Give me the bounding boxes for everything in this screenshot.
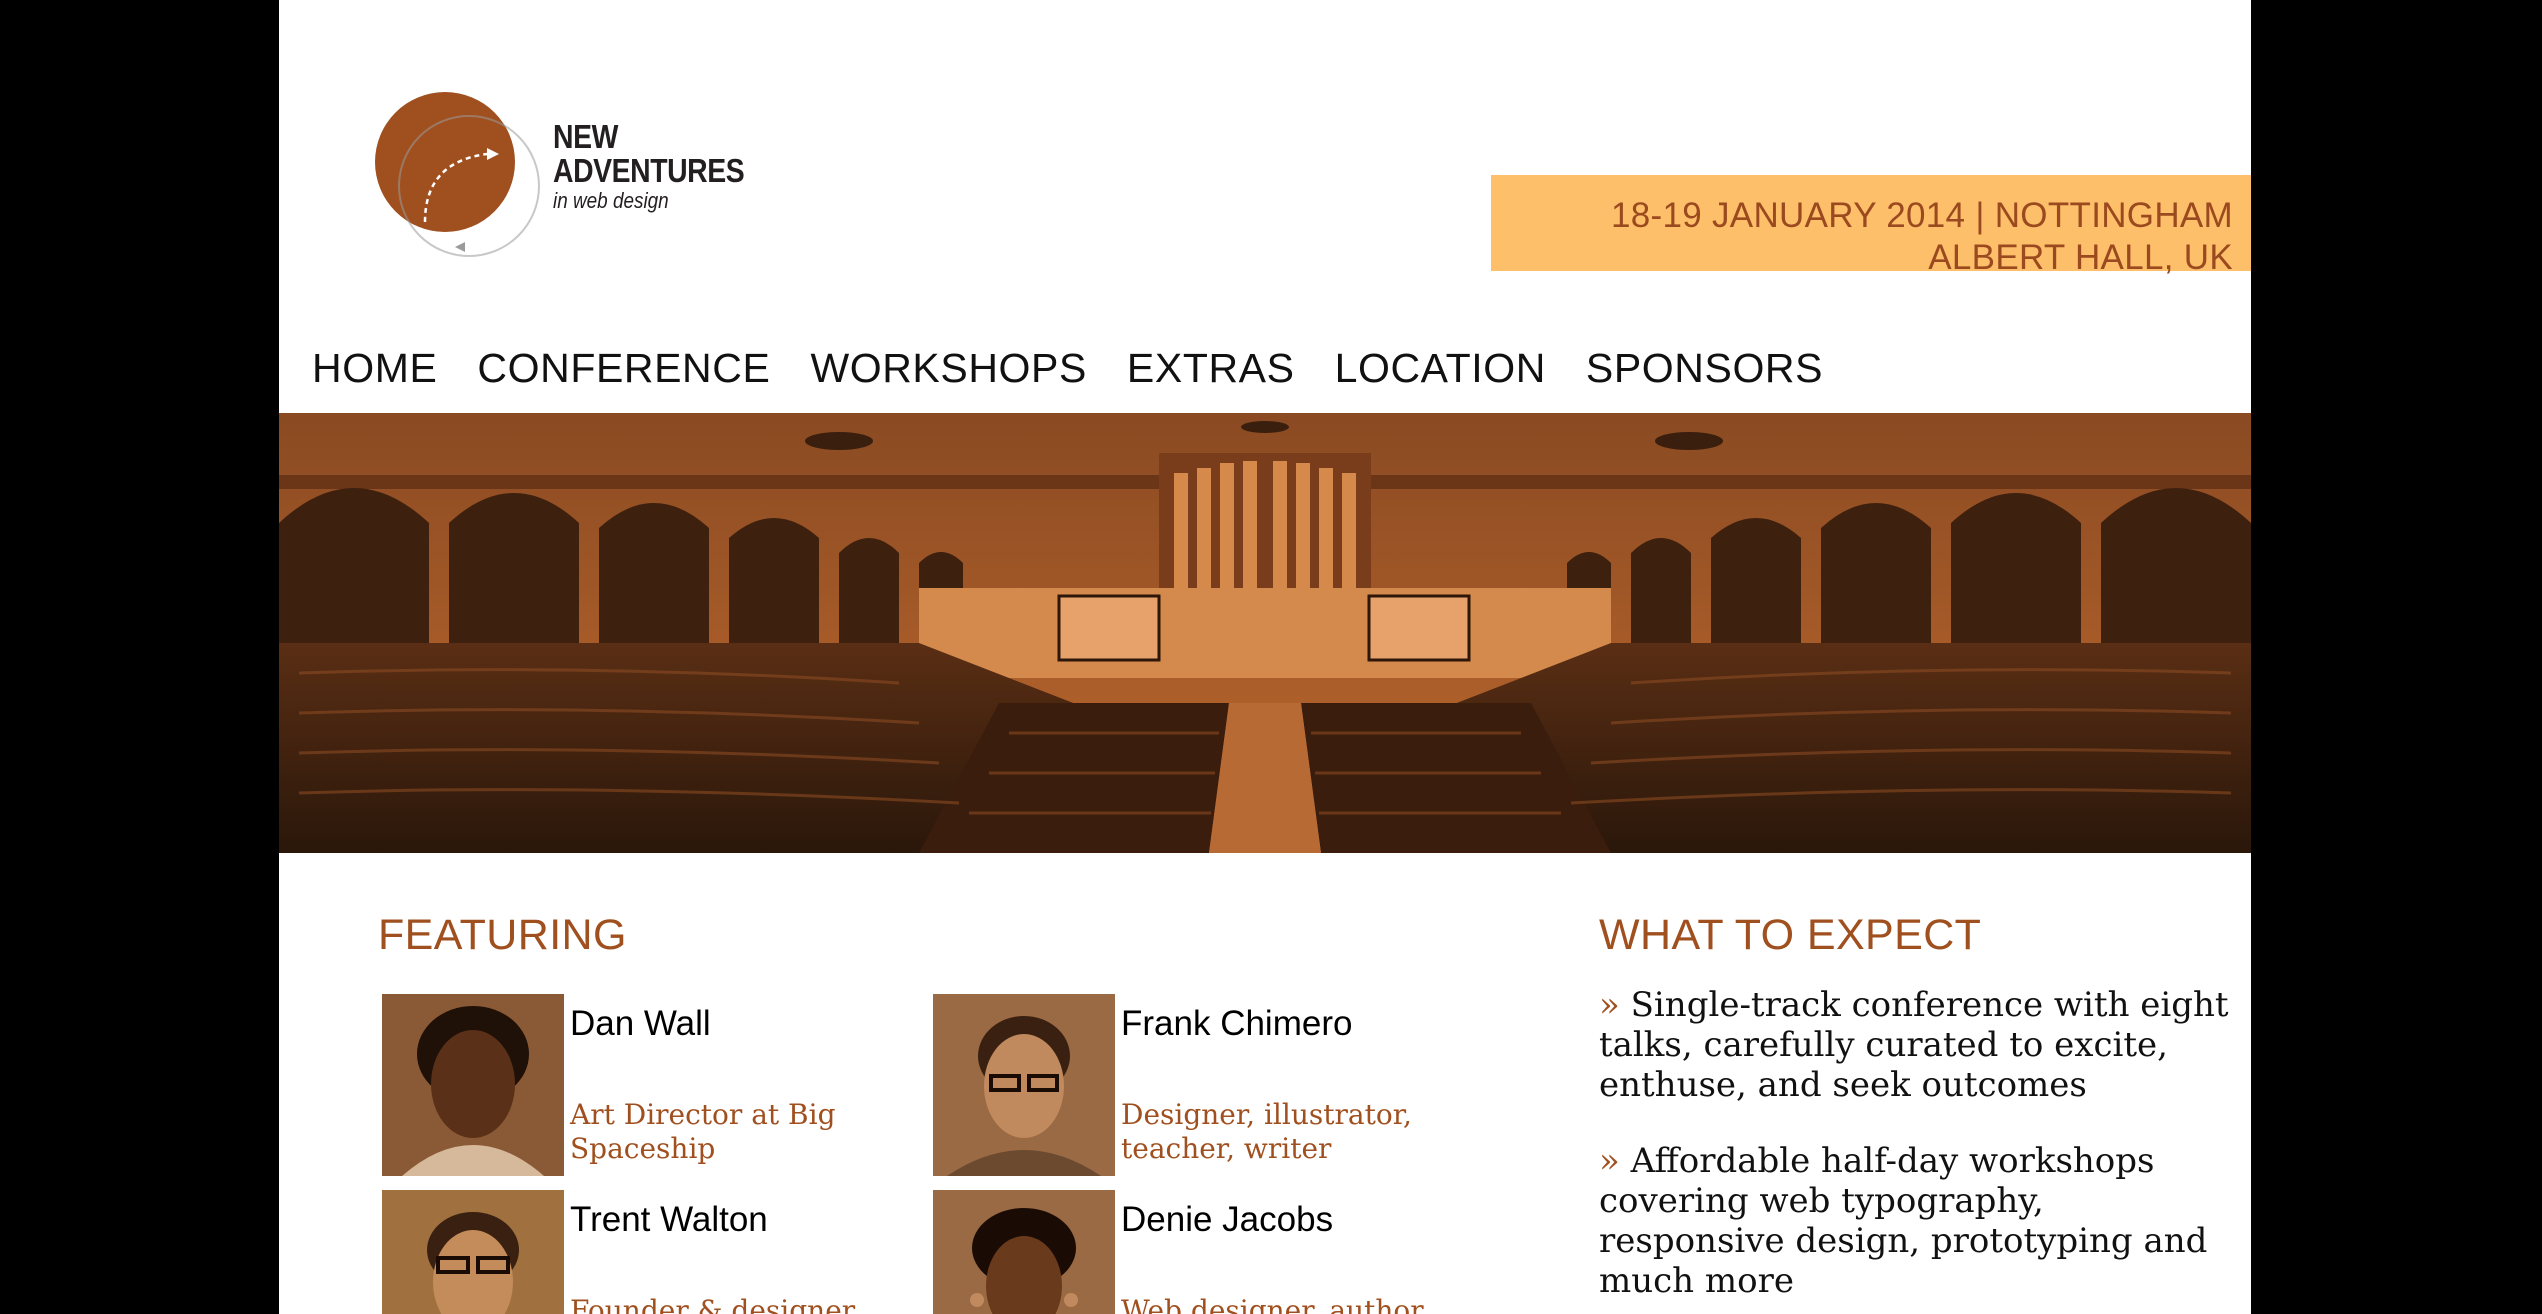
speaker-card[interactable]: Denie Jacobs Web designer, author, — [933, 1190, 1463, 1314]
speaker-role: Founder & designer at — [570, 1294, 856, 1314]
nav-item-conference[interactable]: CONFERENCE — [477, 338, 770, 398]
person-avatar-icon — [933, 994, 1115, 1176]
speaker-name[interactable]: Dan Wall — [570, 1002, 711, 1046]
main-nav: HOME CONFERENCE WORKSHOPS EXTRAS LOCATIO… — [312, 338, 1823, 398]
speaker-photo[interactable] — [933, 1190, 1115, 1314]
list-item: » Affordable half-day workshops covering… — [1599, 1141, 2239, 1301]
bullet-chevron-icon: » — [1599, 1141, 1620, 1181]
list-item: » Single-track conference with eight tal… — [1599, 985, 2239, 1105]
speaker-photo[interactable] — [933, 994, 1115, 1176]
site-logo[interactable]: NEW ADVENTURES in web design — [375, 92, 745, 262]
concert-hall-photo-icon — [279, 413, 2251, 853]
expect-item-text: Single-track conference with eight talks… — [1599, 985, 2229, 1105]
featuring-heading: FEATURING — [378, 911, 627, 959]
logo-line-adventures: ADVENTURES — [553, 152, 745, 189]
speaker-photo[interactable] — [382, 994, 564, 1176]
logo-wordmark: NEW ADVENTURES in web design — [553, 120, 775, 214]
what-to-expect-heading: WHAT TO EXPECT — [1599, 911, 1982, 959]
speaker-card[interactable]: Dan Wall Art Director at Big Spaceship — [382, 994, 912, 1176]
logo-tagline: in web design — [553, 188, 669, 213]
hero-image — [279, 413, 2251, 853]
logo-line-new: NEW — [553, 118, 618, 155]
event-venue-line: ALBERT HALL, UK — [1928, 238, 2233, 277]
speaker-name[interactable]: Trent Walton — [570, 1198, 768, 1242]
person-avatar-icon — [382, 1190, 564, 1314]
expect-list: » Single-track conference with eight tal… — [1599, 985, 2239, 1314]
speaker-card[interactable]: Trent Walton Founder & designer at — [382, 1190, 912, 1314]
person-avatar-icon — [933, 1190, 1115, 1314]
speaker-role: Web designer, author, — [1121, 1294, 1430, 1314]
logo-circle-icon — [375, 92, 540, 257]
speaker-role: Art Director at Big Spaceship — [570, 1098, 836, 1165]
page: NEW ADVENTURES in web design 18-19 JANUA… — [279, 0, 2251, 1314]
person-avatar-icon — [382, 994, 564, 1176]
event-date-banner: 18-19 JANUARY 2014 | NOTTINGHAM ALBERT H… — [1491, 175, 2251, 277]
nav-item-extras[interactable]: EXTRAS — [1127, 338, 1295, 398]
nav-item-sponsors[interactable]: SPONSORS — [1586, 338, 1823, 398]
speaker-name[interactable]: Denie Jacobs — [1121, 1198, 1333, 1242]
speaker-photo[interactable] — [382, 1190, 564, 1314]
nav-item-location[interactable]: LOCATION — [1335, 338, 1546, 398]
nav-item-home[interactable]: HOME — [312, 338, 437, 398]
expect-item-text: Affordable half-day workshops covering w… — [1599, 1141, 2208, 1301]
speaker-name[interactable]: Frank Chimero — [1121, 1002, 1352, 1046]
bullet-chevron-icon: » — [1599, 985, 1620, 1025]
speaker-card[interactable]: Frank Chimero Designer, illustrator, tea… — [933, 994, 1463, 1176]
speaker-role: Designer, illustrator, teacher, writer — [1121, 1098, 1412, 1165]
nav-item-workshops[interactable]: WORKSHOPS — [810, 338, 1086, 398]
event-date-line: 18-19 JANUARY 2014 | NOTTINGHAM — [1610, 196, 2233, 235]
